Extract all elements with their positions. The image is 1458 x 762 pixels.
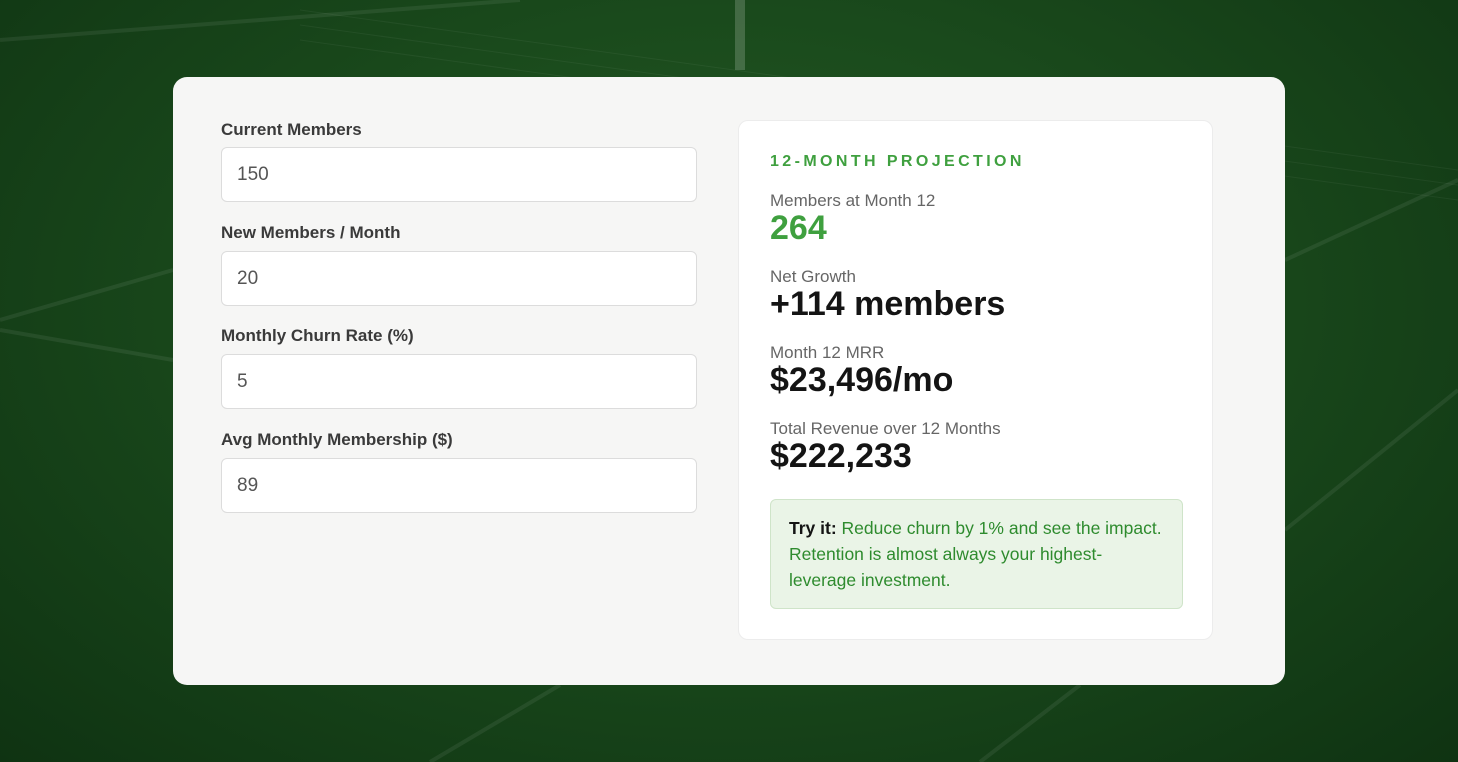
projection-panel: 12-MONTH PROJECTION Members at Month 12 … (738, 120, 1213, 640)
total-revenue-value: $222,233 (770, 437, 912, 475)
current-members-input[interactable] (221, 147, 697, 202)
tip-box: Try it: Reduce churn by 1% and see the i… (770, 499, 1183, 609)
churn-rate-input[interactable] (221, 354, 697, 409)
new-members-label: New Members / Month (221, 223, 401, 242)
net-growth-value: +114 members (770, 285, 1006, 323)
total-revenue-label: Total Revenue over 12 Months (770, 419, 1001, 438)
mrr-label: Month 12 MRR (770, 343, 885, 362)
members-month-12-label: Members at Month 12 (770, 191, 936, 210)
avg-membership-input[interactable] (221, 458, 697, 513)
mrr-value: $23,496/mo (770, 361, 954, 399)
tip-text: Reduce churn by 1% and see the impact. R… (789, 518, 1162, 590)
projection-title: 12-MONTH PROJECTION (770, 153, 1025, 170)
avg-membership-label: Avg Monthly Membership ($) (221, 430, 453, 449)
current-members-label: Current Members (221, 120, 362, 139)
tip-lead: Try it: (789, 518, 837, 538)
churn-rate-label: Monthly Churn Rate (%) (221, 326, 414, 345)
net-growth-label: Net Growth (770, 267, 856, 286)
new-members-input[interactable] (221, 251, 697, 306)
members-month-12-value: 264 (770, 209, 827, 247)
calculator-card: Current Members New Members / Month Mont… (173, 77, 1285, 685)
